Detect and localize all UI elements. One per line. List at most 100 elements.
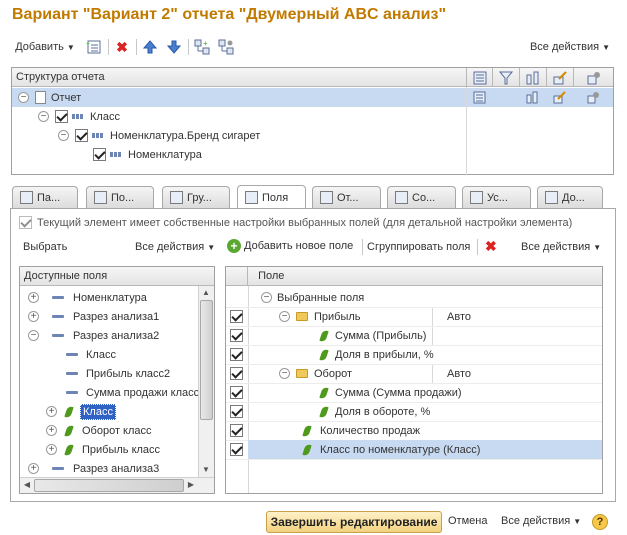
collapse-icon[interactable]: − bbox=[261, 292, 272, 303]
collapse-icon[interactable]: − bbox=[279, 311, 290, 322]
appearance-icon[interactable] bbox=[546, 88, 573, 107]
expand-icon[interactable]: + bbox=[46, 406, 57, 417]
field-checkbox[interactable] bbox=[230, 386, 243, 399]
column-settings-icon[interactable] bbox=[573, 68, 613, 87]
order-icon[interactable] bbox=[519, 88, 546, 107]
field-checkbox[interactable] bbox=[230, 424, 243, 437]
right-all-actions-button[interactable]: Все действия ▼ bbox=[521, 241, 601, 253]
field-checkbox[interactable] bbox=[230, 405, 243, 418]
grouping-checkbox[interactable] bbox=[75, 129, 88, 142]
expand-icon[interactable]: + bbox=[46, 444, 57, 455]
available-row[interactable]: − Разрез анализа2 bbox=[20, 326, 214, 345]
scroll-down-icon[interactable]: ▼ bbox=[199, 463, 213, 477]
field-icon bbox=[66, 391, 78, 394]
selected-row[interactable]: Сумма (Сумма продажи) bbox=[226, 383, 602, 402]
field-label: Прибыль класс2 bbox=[86, 367, 171, 380]
select-button[interactable]: Выбрать bbox=[23, 241, 67, 253]
tab-parameters[interactable]: Па... bbox=[12, 186, 78, 208]
delete-field-icon[interactable]: ✖ bbox=[485, 238, 497, 255]
tab-fields[interactable]: Поля bbox=[237, 185, 306, 209]
expand-icon[interactable]: + bbox=[46, 425, 57, 436]
cancel-button[interactable]: Отмена bbox=[448, 515, 487, 527]
scroll-up-icon[interactable]: ▲ bbox=[199, 286, 213, 300]
field-icon bbox=[66, 353, 78, 356]
tree-row-class[interactable]: − Класс bbox=[12, 107, 613, 126]
appearance-icon bbox=[470, 191, 483, 204]
move-up-icon[interactable] bbox=[140, 37, 160, 57]
grouping-checkbox[interactable] bbox=[55, 110, 68, 123]
available-row[interactable]: Прибыль класс2 bbox=[20, 364, 214, 383]
left-all-actions-button[interactable]: Все действия ▼ bbox=[135, 241, 215, 253]
scroll-thumb[interactable] bbox=[200, 300, 213, 420]
field-checkbox[interactable] bbox=[230, 367, 243, 380]
expand-icon[interactable]: + bbox=[28, 292, 39, 303]
own-settings-checkbox[interactable] bbox=[19, 216, 32, 229]
expand-icon[interactable]: + bbox=[28, 311, 39, 322]
selected-root-row[interactable]: − Выбранные поля bbox=[226, 288, 602, 307]
collapse-icon[interactable]: − bbox=[58, 130, 69, 141]
vertical-scrollbar[interactable]: ▲ ▼ bbox=[198, 286, 214, 477]
column-appearance-icon[interactable] bbox=[546, 68, 573, 87]
available-row[interactable]: Сумма продажи класс bbox=[20, 383, 214, 402]
add-group-icon[interactable]: + bbox=[84, 37, 104, 57]
scroll-right-icon[interactable]: ▶ bbox=[184, 478, 198, 492]
group-settings-icon[interactable] bbox=[216, 37, 236, 57]
scroll-left-icon[interactable]: ◀ bbox=[20, 478, 34, 492]
selected-row[interactable]: − Прибыль Авто bbox=[226, 307, 602, 326]
tab-fields-selection[interactable]: По... bbox=[86, 186, 154, 208]
selected-row[interactable]: Доля в обороте, % bbox=[226, 402, 602, 421]
help-icon[interactable]: ? bbox=[592, 514, 608, 530]
selected-row[interactable]: Класс по номенклатуре (Класс) bbox=[226, 440, 602, 459]
add-new-field-button[interactable]: + Добавить новое поле bbox=[227, 239, 353, 253]
selected-row[interactable]: − Оборот Авто bbox=[226, 364, 602, 383]
footer-all-actions-button[interactable]: Все действия ▼ bbox=[501, 515, 581, 527]
selected-row[interactable]: Количество продаж bbox=[226, 421, 602, 440]
group-fields-button[interactable]: Сгруппировать поля bbox=[367, 241, 470, 253]
tree-row-nomenclature[interactable]: Номенклатура bbox=[12, 145, 613, 164]
available-row[interactable]: + Прибыль класс bbox=[20, 440, 214, 459]
expand-icon[interactable]: + bbox=[28, 463, 39, 474]
settings-icon[interactable] bbox=[573, 88, 613, 107]
collapse-icon[interactable]: − bbox=[38, 111, 49, 122]
fields-icon[interactable] bbox=[466, 88, 492, 107]
tab-sorting[interactable]: Со... bbox=[387, 186, 456, 208]
collapse-icon[interactable]: − bbox=[28, 330, 39, 341]
delete-icon[interactable]: ✖ bbox=[112, 37, 132, 57]
all-actions-button[interactable]: Все действия ▼ bbox=[528, 37, 612, 57]
finish-editing-button[interactable]: Завершить редактирование bbox=[266, 511, 442, 533]
add-subgroup-icon[interactable]: + bbox=[192, 37, 212, 57]
collapse-icon[interactable]: − bbox=[18, 92, 29, 103]
grouping-checkbox[interactable] bbox=[93, 148, 106, 161]
selected-row[interactable]: Сумма (Прибыль) bbox=[226, 326, 602, 345]
available-row[interactable]: + Оборот класс bbox=[20, 421, 214, 440]
column-fields-icon[interactable] bbox=[466, 68, 492, 87]
available-row[interactable]: + Разрез анализа3 bbox=[20, 459, 214, 478]
available-row[interactable]: + Номенклатура bbox=[20, 288, 214, 307]
report-row-settings bbox=[466, 88, 613, 107]
selected-row[interactable]: Доля в прибыли, % bbox=[226, 345, 602, 364]
field-checkbox[interactable] bbox=[230, 443, 243, 456]
own-settings-row[interactable]: Текущий элемент имеет собственные настро… bbox=[19, 216, 572, 229]
column-order-icon[interactable] bbox=[519, 68, 546, 87]
field-checkbox[interactable] bbox=[230, 329, 243, 342]
available-row[interactable]: + Класс bbox=[20, 402, 214, 421]
folder-icon bbox=[296, 369, 308, 378]
tab-filter[interactable]: От... bbox=[312, 186, 381, 208]
field-checkbox[interactable] bbox=[230, 310, 243, 323]
tab-conditional[interactable]: Ус... bbox=[462, 186, 531, 208]
tab-additional[interactable]: До... bbox=[537, 186, 603, 208]
available-row[interactable]: + Разрез анализа1 bbox=[20, 307, 214, 326]
tree-row-brand[interactable]: − Номенклатура.Бренд сигарет bbox=[12, 126, 613, 145]
field-checkbox[interactable] bbox=[230, 348, 243, 361]
collapse-icon[interactable]: − bbox=[279, 368, 290, 379]
field-label: Разрез анализа1 bbox=[73, 310, 160, 323]
add-button[interactable]: Добавить ▼ bbox=[12, 37, 78, 57]
scroll-thumb[interactable] bbox=[34, 479, 184, 492]
horizontal-scrollbar[interactable]: ◀ ▶ bbox=[20, 477, 214, 493]
column-filter-icon[interactable] bbox=[492, 68, 519, 87]
move-down-icon[interactable] bbox=[164, 37, 184, 57]
tab-grouping[interactable]: Гру... bbox=[162, 186, 230, 208]
field-label: Прибыль класс bbox=[82, 443, 161, 456]
resource-icon bbox=[319, 404, 329, 419]
available-row[interactable]: Класс bbox=[20, 345, 214, 364]
